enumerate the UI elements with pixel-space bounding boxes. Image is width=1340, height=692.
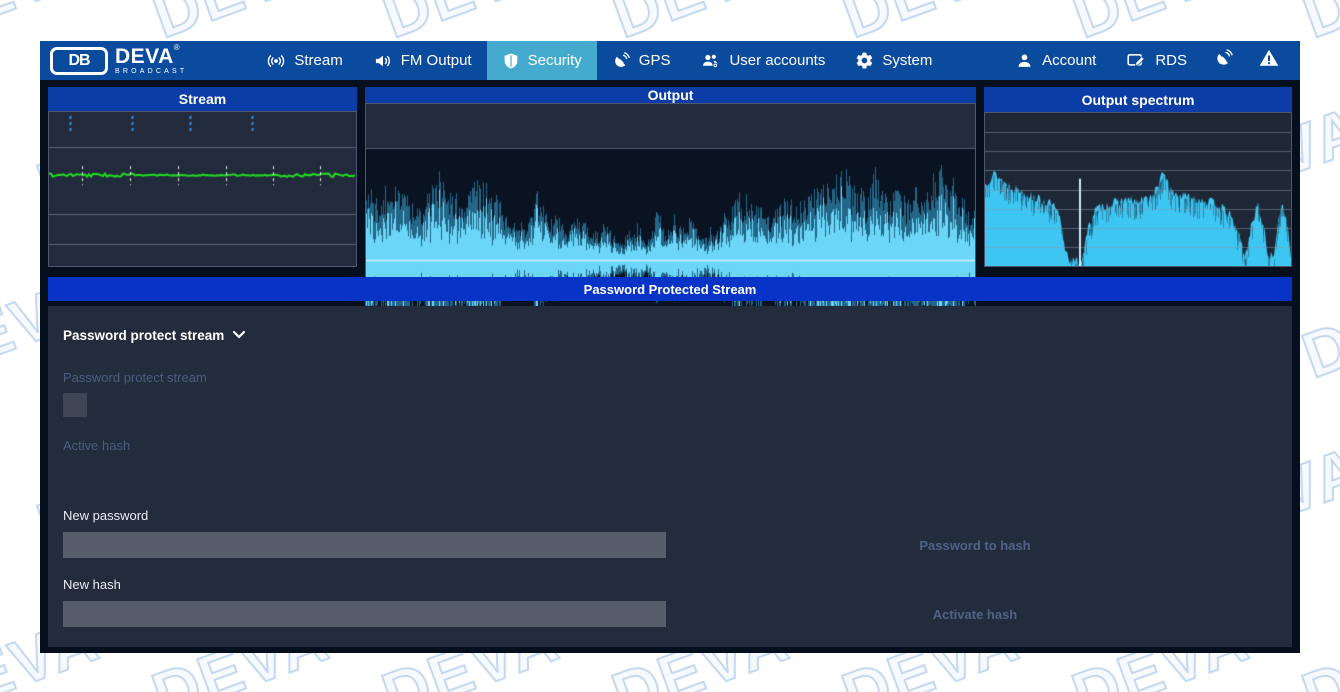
satellite-icon (1214, 48, 1234, 73)
nav-item-label: FM Output (401, 52, 472, 69)
nav-item-gps[interactable]: GPS (597, 41, 686, 80)
broadcast-icon (266, 51, 286, 71)
nav-item-rds[interactable]: RDS (1111, 41, 1202, 80)
shield-icon (502, 52, 520, 70)
new-hash-label: New hash (63, 577, 121, 592)
stream-waveform-display (48, 111, 357, 267)
stream-panel: Stream (48, 87, 357, 267)
nav-item-security[interactable]: Security (487, 41, 597, 80)
page-background: DEVADEVADEVADEVADEVADEVADEVADEVADEVADEVA… (0, 0, 1340, 692)
output-spectrum-display (984, 112, 1292, 267)
deva-db-emblem-icon: DB (50, 47, 108, 75)
users-icon (700, 50, 721, 71)
satellite-icon (612, 51, 631, 70)
stream-waveform-canvas (49, 112, 356, 266)
nav-item-label: System (882, 52, 932, 69)
output-panel: Output (365, 87, 976, 267)
activate-hash-button[interactable]: Activate hash (825, 607, 1125, 622)
password-protect-stream-group-toggle[interactable]: Password protect stream (63, 328, 246, 343)
nav-item-fm-output[interactable]: FM Output (358, 41, 487, 80)
main-menu: Stream FM Output Security (251, 41, 947, 80)
alarm-warning-button[interactable] (1246, 41, 1292, 80)
person-icon (1015, 51, 1034, 70)
nav-item-stream[interactable]: Stream (251, 41, 357, 80)
speaker-icon (373, 51, 393, 71)
top-navbar: DB DEVA ® BROADCAST Stream (40, 41, 1300, 80)
gear-icon (855, 51, 874, 70)
navbar-right-menu: Account RDS (1000, 41, 1292, 80)
nav-item-label: User accounts (729, 52, 825, 69)
nav-item-account[interactable]: Account (1000, 41, 1111, 80)
section-title-bar: Password Protected Stream (48, 277, 1292, 301)
new-password-input[interactable] (63, 532, 666, 558)
output-spectrum-panel-title: Output spectrum (984, 87, 1292, 112)
active-hash-label: Active hash (63, 438, 130, 453)
chevron-down-icon (232, 328, 246, 343)
registered-mark: ® (174, 44, 180, 52)
deva-logo: DB DEVA ® BROADCAST (50, 46, 187, 75)
brand-name: DEVA (115, 46, 174, 67)
nav-item-label: Stream (294, 52, 342, 69)
nav-item-label: Security (528, 52, 582, 69)
output-spectrum-panel: Output spectrum (984, 87, 1292, 267)
output-panel-title: Output (365, 87, 976, 103)
app-window: DB DEVA ® BROADCAST Stream (40, 41, 1300, 653)
password-protect-stream-label: Password protect stream (63, 370, 207, 385)
stream-panel-title: Stream (48, 87, 357, 111)
nav-item-label: RDS (1155, 52, 1187, 69)
nav-item-label: GPS (639, 52, 671, 69)
group-heading-label: Password protect stream (63, 328, 224, 343)
warning-icon (1258, 47, 1280, 74)
new-password-label: New password (63, 508, 148, 523)
edit-icon (1126, 50, 1147, 71)
monitor-panels-row: Stream Output Output spectrum (48, 87, 1292, 267)
password-protected-stream-panel: Password protect stream Password protect… (48, 306, 1292, 647)
nav-item-system[interactable]: System (840, 41, 947, 80)
output-spectrum-canvas (985, 113, 1291, 266)
brand-subtitle: BROADCAST (115, 68, 187, 75)
satellite-status-button[interactable] (1202, 41, 1246, 80)
password-protect-checkbox[interactable] (63, 393, 87, 417)
nav-item-user-accounts[interactable]: User accounts (685, 41, 840, 80)
nav-item-label: Account (1042, 52, 1096, 69)
password-to-hash-button[interactable]: Password to hash (825, 538, 1125, 553)
new-hash-input[interactable] (63, 601, 666, 627)
